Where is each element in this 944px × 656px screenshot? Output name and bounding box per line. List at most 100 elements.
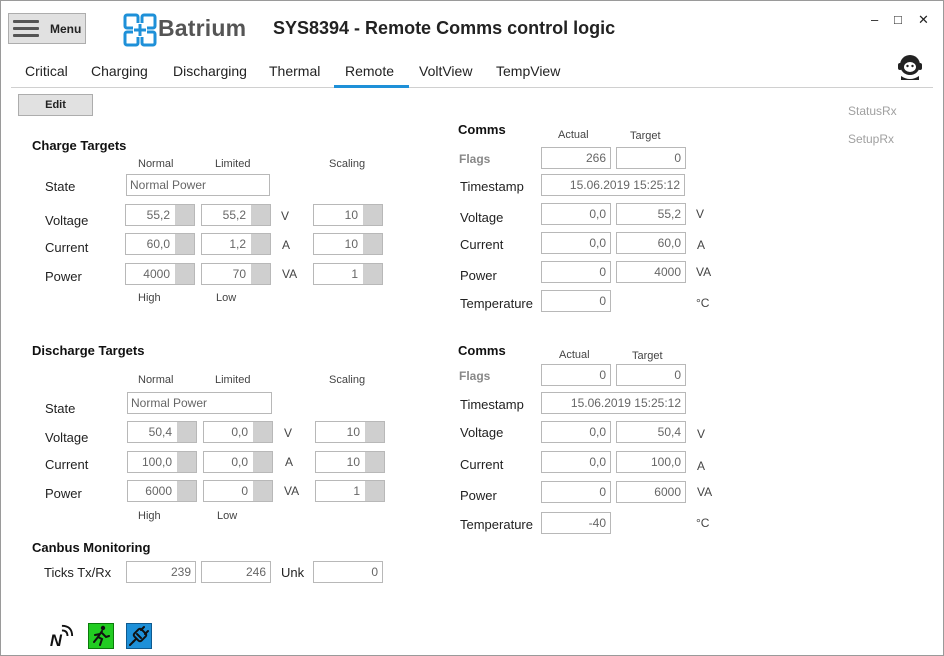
discharge-state-field[interactable]: Normal Power [127, 392, 272, 414]
running-man-icon[interactable] [88, 623, 114, 649]
network-icon[interactable]: N [48, 623, 74, 649]
charge-voltage-limited-field[interactable]: 55,2 [201, 204, 271, 226]
charge-current-scaling-field[interactable]: 10 [313, 233, 383, 255]
charge-col-limited: Limited [215, 158, 251, 170]
charge-current-limited-field[interactable]: 1,2 [201, 233, 271, 255]
charge-voltage-normal-field[interactable]: 55,2 [125, 204, 195, 226]
tab-tempview[interactable]: TempView [496, 63, 560, 79]
comms1-col-actual: Actual [558, 129, 589, 141]
discharge-current-limited-field[interactable]: 0,0 [203, 451, 273, 473]
setup-rx-link[interactable]: SetupRx [848, 132, 894, 146]
discharge-current-label: Current [45, 457, 89, 472]
comms2-current-actual-field[interactable]: 0,0 [541, 451, 611, 473]
discharge-voltage-scaling-field[interactable]: 10 [315, 421, 385, 443]
comms2-timestamp-field[interactable]: 15.06.2019 15:25:12 [541, 392, 686, 414]
discharge-current-normal-field[interactable]: 100,0 [127, 451, 197, 473]
tab-active-indicator [334, 85, 409, 88]
charge-power-normal-field[interactable]: 4000 [125, 263, 195, 285]
discharge-current-unit: A [285, 455, 294, 469]
tab-voltview[interactable]: VoltView [419, 63, 472, 79]
tab-divider [11, 87, 933, 88]
comms1-voltage-label: Voltage [460, 210, 504, 225]
menu-label: Menu [50, 22, 82, 36]
comms1-power-actual-field[interactable]: 0 [541, 261, 611, 283]
tab-remote[interactable]: Remote [345, 63, 394, 79]
comms2-timestamp-label: Timestamp [460, 397, 524, 412]
discharge-current-scaling-field[interactable]: 10 [315, 451, 385, 473]
charge-current-unit: A [282, 238, 291, 252]
comms2-power-actual-field[interactable]: 0 [541, 481, 611, 503]
menu-button[interactable]: Menu [8, 13, 86, 44]
comms2-power-label: Power [460, 488, 497, 503]
discharge-power-label: Power [45, 486, 82, 501]
charge-foot-low: Low [216, 292, 237, 304]
discharge-voltage-normal-field[interactable]: 50,4 [127, 421, 197, 443]
discharge-voltage-unit: V [284, 426, 293, 440]
comms2-current-label: Current [460, 457, 504, 472]
charge-col-normal: Normal [138, 158, 174, 170]
canbus-unk-label: Unk [281, 565, 305, 580]
tab-critical[interactable]: Critical [25, 63, 68, 79]
charge-power-limited-field[interactable]: 70 [201, 263, 271, 285]
discharge-power-limited-field[interactable]: 0 [203, 480, 273, 502]
discharge-power-scaling-field[interactable]: 1 [315, 480, 385, 502]
edit-button[interactable]: Edit [18, 94, 93, 116]
tab-thermal[interactable]: Thermal [269, 63, 320, 79]
canbus-ticks-label: Ticks Tx/Rx [44, 565, 112, 580]
canbus-unk-field[interactable]: 0 [313, 561, 383, 583]
comms1-current-unit: A [697, 238, 706, 252]
comms2-flags-target-field[interactable]: 0 [616, 364, 686, 386]
status-rx-link[interactable]: StatusRx [848, 104, 897, 118]
charge-voltage-scaling-field[interactable]: 10 [313, 204, 383, 226]
plug-icon[interactable] [126, 623, 152, 649]
charge-foot-high: High [138, 292, 161, 304]
discharge-voltage-limited-field[interactable]: 0,0 [203, 421, 273, 443]
discharge-voltage-label: Voltage [45, 430, 89, 445]
comms1-power-label: Power [460, 268, 497, 283]
comms1-current-target-field[interactable]: 60,0 [616, 232, 686, 254]
comms1-current-actual-field[interactable]: 0,0 [541, 232, 611, 254]
maximize-icon[interactable]: □ [894, 12, 902, 27]
charge-targets-title: Charge Targets [32, 138, 127, 153]
tab-charging[interactable]: Charging [91, 63, 148, 79]
comms2-power-unit: VA [697, 485, 713, 499]
comms2-current-target-field[interactable]: 100,0 [616, 451, 686, 473]
charge-current-normal-field[interactable]: 60,0 [125, 233, 195, 255]
comms1-flags-target-field[interactable]: 0 [616, 147, 686, 169]
comms1-power-target-field[interactable]: 4000 [616, 261, 686, 283]
canbus-monitoring-title: Canbus Monitoring [32, 540, 151, 555]
comms1-timestamp-field[interactable]: 15.06.2019 15:25:12 [541, 174, 685, 196]
comms2-power-target-field[interactable]: 6000 [616, 481, 686, 503]
close-icon[interactable]: ✕ [918, 12, 929, 28]
comms1-flags-label: Flags [459, 152, 491, 166]
charge-state-field[interactable]: Normal Power [126, 174, 270, 196]
comms1-voltage-target-field[interactable]: 55,2 [616, 203, 686, 225]
comms1-voltage-actual-field[interactable]: 0,0 [541, 203, 611, 225]
comms2-temperature-unit: °C [696, 516, 710, 530]
discharge-power-normal-field[interactable]: 6000 [127, 480, 197, 502]
discharge-foot-low: Low [217, 510, 238, 522]
comms1-timestamp-label: Timestamp [460, 179, 524, 194]
charge-power-scaling-field[interactable]: 1 [313, 263, 383, 285]
comms2-flags-actual-field[interactable]: 0 [541, 364, 611, 386]
charge-power-unit: VA [282, 267, 298, 281]
minimize-icon[interactable]: – [871, 12, 878, 27]
charge-power-label: Power [45, 269, 82, 284]
tab-discharging[interactable]: Discharging [173, 63, 247, 79]
canbus-rx-field[interactable]: 246 [201, 561, 271, 583]
charge-voltage-label: Voltage [45, 213, 89, 228]
comms2-temperature-actual-field[interactable]: -40 [541, 512, 611, 534]
comms1-current-label: Current [460, 237, 504, 252]
canbus-tx-field[interactable]: 239 [126, 561, 196, 583]
comms1-flags-actual-field[interactable]: 266 [541, 147, 611, 169]
hamburger-icon [13, 20, 39, 38]
comms2-voltage-target-field[interactable]: 50,4 [616, 421, 686, 443]
comms1-temperature-unit: °C [696, 296, 710, 310]
discharge-foot-high: High [138, 510, 161, 522]
support-headset-icon[interactable] [895, 52, 925, 82]
comms2-current-unit: A [697, 459, 706, 473]
comms2-voltage-actual-field[interactable]: 0,0 [541, 421, 611, 443]
charge-current-label: Current [45, 240, 89, 255]
charge-col-scaling: Scaling [329, 158, 366, 170]
comms1-temperature-actual-field[interactable]: 0 [541, 290, 611, 312]
